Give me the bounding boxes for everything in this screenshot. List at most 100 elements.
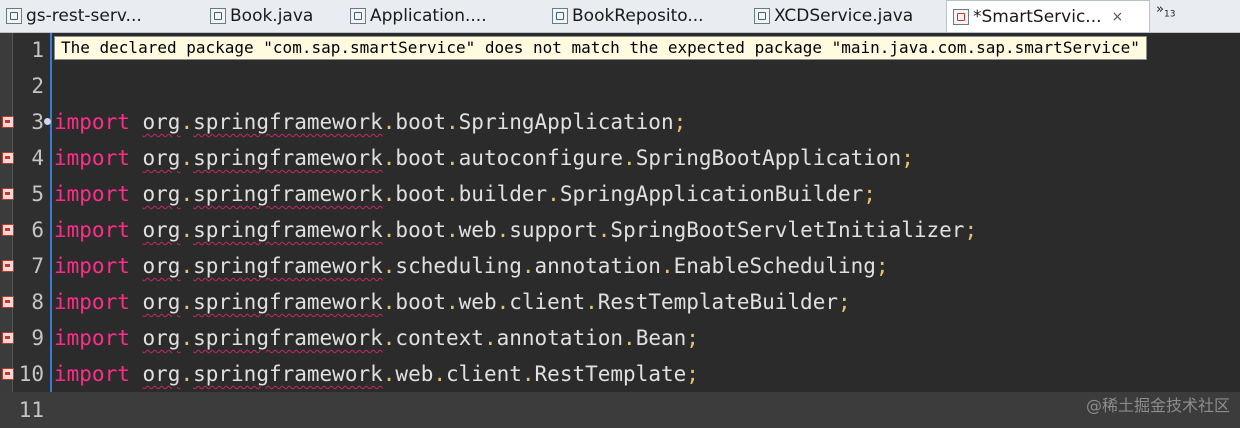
keyword-import: import xyxy=(54,362,130,386)
code-line[interactable]: 5 import org.springframework.boot.builder… xyxy=(0,176,1240,212)
package-segment: client xyxy=(509,290,586,314)
package-segment: annotation xyxy=(534,254,661,278)
dot-separator: . xyxy=(483,326,497,350)
dot-separator: . xyxy=(382,326,396,350)
package-segment: springframework xyxy=(193,362,383,386)
watermark: @稀土掘金技术社区 xyxy=(1085,396,1230,415)
package-segment: springframework xyxy=(193,182,383,206)
dot-separator: . xyxy=(496,218,510,242)
code-text: import org.springframework.boot.web.clie… xyxy=(54,284,851,320)
tab-xcdservice-java[interactable]: XCDService.java xyxy=(748,0,944,32)
tab-gs-rest-service[interactable]: gs-rest-serv... xyxy=(0,0,202,32)
package-segment: org xyxy=(142,326,181,350)
dot-separator: . xyxy=(382,290,396,314)
package-segment: springframework xyxy=(193,254,383,278)
semicolon: ; xyxy=(837,290,851,314)
semicolon: ; xyxy=(686,326,699,350)
error-marker-icon[interactable] xyxy=(2,260,14,272)
dot-separator: . xyxy=(180,254,194,278)
dot-separator: . xyxy=(382,254,396,278)
code-line[interactable]: 8 import org.springframework.boot.web.cli… xyxy=(0,284,1240,320)
package-segment: boot xyxy=(395,110,446,134)
semicolon: ; xyxy=(686,362,699,386)
dot-separator: . xyxy=(180,362,194,386)
package-segment: builder xyxy=(458,182,548,206)
package-segment: scheduling xyxy=(395,254,522,278)
dot-separator: . xyxy=(382,110,396,134)
code-line[interactable]: 3 import org.springframework.boot.SpringA… xyxy=(0,104,1240,140)
java-file-icon xyxy=(210,8,226,24)
error-marker-icon[interactable] xyxy=(2,224,14,236)
tab-book-java[interactable]: Book.java xyxy=(204,0,344,32)
code-line[interactable]: 2 xyxy=(0,68,1240,104)
tab-overflow-button[interactable]: »13 xyxy=(1156,2,1175,20)
package-segment: boot xyxy=(395,146,446,170)
java-file-icon xyxy=(552,8,568,24)
tab-label: gs-rest-serv... xyxy=(26,6,142,26)
dot-separator: . xyxy=(446,110,459,134)
semicolon: ; xyxy=(901,146,914,170)
error-marker-icon[interactable] xyxy=(2,116,14,128)
tab-label: BookReposito... xyxy=(572,6,704,26)
package-segment: web xyxy=(458,218,497,242)
code-line[interactable]: 7 import org.springframework.scheduling.a… xyxy=(0,248,1240,284)
line-number: 4 xyxy=(31,146,44,170)
code-text: import org.springframework.boot.builder.… xyxy=(54,176,876,212)
dot-separator: . xyxy=(623,146,636,170)
dot-separator: . xyxy=(433,362,447,386)
tab-book-repository[interactable]: BookReposito... xyxy=(546,0,746,32)
package-segment: boot xyxy=(395,218,446,242)
code-text: import org.springframework.context.annot… xyxy=(54,320,699,356)
semicolon: ; xyxy=(673,110,687,134)
tab-application-java[interactable]: Application.... xyxy=(344,0,544,32)
line-number: 1 xyxy=(31,38,44,62)
code-line[interactable]: 6 import org.springframework.boot.web.sup… xyxy=(0,212,1240,248)
code-text: import org.springframework.web.client.Re… xyxy=(54,356,699,392)
dot-separator: . xyxy=(623,326,636,350)
error-marker-icon[interactable] xyxy=(2,152,14,164)
package-segment: org xyxy=(142,362,181,386)
keyword-import: import xyxy=(54,290,130,314)
package-segment: org xyxy=(142,146,181,170)
fold-toggle-icon[interactable] xyxy=(44,118,51,125)
error-marker-icon[interactable] xyxy=(2,296,14,308)
error-marker-icon[interactable] xyxy=(2,332,14,344)
tab-smartservice-java[interactable]: *SmartServic... × xyxy=(946,0,1150,32)
dot-separator: . xyxy=(660,254,674,278)
line-number: 3 xyxy=(31,110,44,134)
package-segment: springframework xyxy=(193,218,383,242)
keyword-import: import xyxy=(54,218,130,242)
line-number: 10 xyxy=(18,362,44,386)
line-number: 9 xyxy=(31,326,44,350)
dot-separator: . xyxy=(547,182,560,206)
dot-separator: . xyxy=(446,218,459,242)
dot-separator: . xyxy=(180,218,194,242)
code-line[interactable]: 10 import org.springframework.web.client.… xyxy=(0,356,1240,392)
tab-label: XCDService.java xyxy=(774,6,914,26)
code-line[interactable]: 9 import org.springframework.context.anno… xyxy=(0,320,1240,356)
class-name: SpringApplicationBuilder xyxy=(559,182,864,206)
overflow-count: 13 xyxy=(1163,9,1176,20)
dot-separator: . xyxy=(446,182,459,206)
line-number: 2 xyxy=(31,74,44,98)
error-marker-icon[interactable] xyxy=(2,368,14,380)
maven-file-icon xyxy=(6,8,22,24)
keyword-import: import xyxy=(54,326,130,350)
class-name: RestTemplateBuilder xyxy=(597,290,838,314)
semicolon: ; xyxy=(964,218,978,242)
class-name: SpringApplication xyxy=(458,110,674,134)
line-number: 6 xyxy=(31,218,44,242)
code-line[interactable]: 4 import org.springframework.boot.autocon… xyxy=(0,140,1240,176)
dot-separator: . xyxy=(382,218,396,242)
code-text: import org.springframework.boot.autoconf… xyxy=(54,140,914,176)
package-segment: springframework xyxy=(193,326,383,350)
semicolon: ; xyxy=(863,182,876,206)
code-text: import org.springframework.boot.web.supp… xyxy=(54,212,977,248)
class-name: EnableScheduling xyxy=(673,254,876,278)
dot-separator: . xyxy=(521,362,535,386)
line-number: 8 xyxy=(31,290,44,314)
java-error-file-icon xyxy=(953,8,969,25)
code-line[interactable]: 11 xyxy=(0,392,1240,428)
error-marker-icon[interactable] xyxy=(2,188,14,200)
close-icon[interactable]: × xyxy=(1112,9,1124,25)
